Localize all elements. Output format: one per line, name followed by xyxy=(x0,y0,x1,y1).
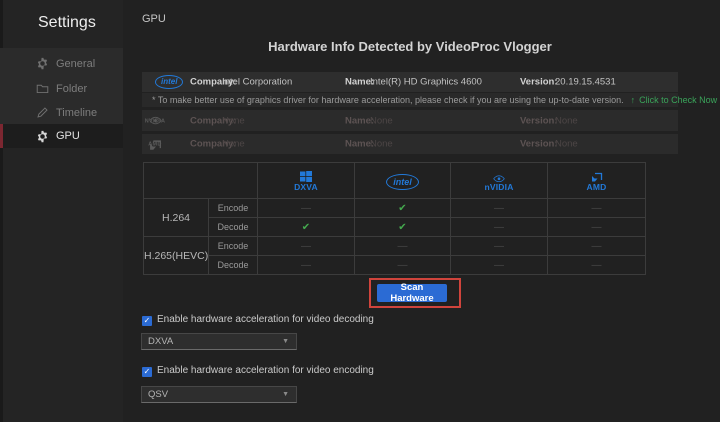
decoding-checkbox-label: Enable hardware acceleration for video d… xyxy=(157,314,374,325)
support-cell: — xyxy=(451,218,548,237)
column-label: DXVA xyxy=(294,182,318,192)
mode-cell: Encode xyxy=(209,237,258,256)
version-label: Version: xyxy=(520,139,558,150)
version-value: 20.19.15.4531 xyxy=(555,77,616,88)
support-cell: — xyxy=(451,256,548,275)
column-header-intel: intel xyxy=(355,163,451,199)
column-header-dxva: DXVA xyxy=(258,163,355,199)
check-now-link[interactable]: Click to Check Now xyxy=(639,95,717,105)
encoding-checkbox-label: Enable hardware acceleration for video e… xyxy=(157,365,374,376)
table-row: H.265(HEVC) Encode — — — — xyxy=(144,237,646,256)
table-corner-cell xyxy=(144,163,258,199)
chip-gear-icon xyxy=(36,130,49,143)
gpu-info-row-nvidia: NVIDIA Company: None Name: None Version:… xyxy=(142,110,678,131)
gpu-info-row-amd: AMD Company: None Name: None Version: No… xyxy=(142,134,678,154)
company-value: None xyxy=(222,115,245,126)
pen-icon xyxy=(36,106,49,119)
encoding-dropdown-value: QSV xyxy=(148,389,168,400)
amd-logo-label: AMD xyxy=(148,142,161,148)
sidebar: Settings General Folder Timeline xyxy=(0,0,123,422)
support-cell: — xyxy=(258,199,355,218)
sidebar-item-label: Timeline xyxy=(56,107,97,119)
name-value: Intel(R) HD Graphics 4600 xyxy=(370,77,482,88)
sidebar-item-general[interactable]: General xyxy=(0,51,123,76)
encoding-checkbox[interactable] xyxy=(142,367,152,377)
intel-logo: intel xyxy=(155,75,183,89)
support-cell: — xyxy=(451,237,548,256)
support-cell: — xyxy=(258,237,355,256)
column-header-nvidia: nVIDIA xyxy=(451,163,548,199)
nvidia-eye-icon xyxy=(493,169,505,180)
chevron-down-icon: ▼ xyxy=(282,391,289,398)
column-header-amd: AMD xyxy=(548,163,646,199)
encoding-dropdown[interactable]: QSV ▼ xyxy=(141,386,297,403)
sidebar-item-label: Folder xyxy=(56,83,87,95)
codec-support-table: DXVA intel nVIDIA AMD xyxy=(143,162,646,275)
support-cell: — xyxy=(258,256,355,275)
mode-cell: Decode xyxy=(209,256,258,275)
folder-icon xyxy=(36,82,49,95)
decoding-dropdown[interactable]: DXVA ▼ xyxy=(141,333,297,350)
table-row: H.264 Encode — ✔ — — xyxy=(144,199,646,218)
intel-oval-logo: intel xyxy=(386,174,419,190)
name-value: None xyxy=(370,139,393,150)
nvidia-logo-label: NVIDIA xyxy=(145,119,165,125)
version-value: None xyxy=(555,139,578,150)
sidebar-item-timeline[interactable]: Timeline xyxy=(0,100,123,125)
column-label: nVIDIA xyxy=(484,182,513,192)
company-value: Intel Corporation xyxy=(222,77,292,88)
mode-cell: Encode xyxy=(209,199,258,218)
driver-note-text: * To make better use of graphics driver … xyxy=(152,95,624,105)
mode-cell: Decode xyxy=(209,218,258,237)
settings-window: Settings General Folder Timeline xyxy=(0,0,720,422)
support-cell: ✔ xyxy=(355,218,451,237)
selected-indicator-bar xyxy=(0,124,3,148)
support-cell: — xyxy=(548,256,646,275)
support-cell: — xyxy=(548,237,646,256)
company-value: None xyxy=(222,139,245,150)
support-cell: ✔ xyxy=(258,218,355,237)
gpu-info-row-intel: intel Company: Intel Corporation Name: I… xyxy=(142,72,678,92)
codec-h264: H.264 xyxy=(144,199,209,237)
sidebar-item-label: General xyxy=(56,58,95,70)
table-row: Decode ✔ ✔ — — xyxy=(144,218,646,237)
sidebar-items-panel: General Folder Timeline xyxy=(0,48,123,124)
name-value: None xyxy=(370,115,393,126)
version-label: Version: xyxy=(520,77,558,88)
chevron-down-icon: ▼ xyxy=(282,338,289,345)
sidebar-item-folder[interactable]: Folder xyxy=(0,76,123,101)
version-label: Version: xyxy=(520,115,558,126)
page-heading: GPU xyxy=(142,13,166,25)
sidebar-item-gpu[interactable]: GPU xyxy=(0,124,123,148)
support-cell: — xyxy=(451,199,548,218)
decoding-dropdown-value: DXVA xyxy=(148,336,173,347)
page-title: Hardware Info Detected by VideoProc Vlog… xyxy=(142,39,678,54)
support-cell: ✔ xyxy=(355,199,451,218)
gear-icon xyxy=(36,57,49,70)
windows-icon xyxy=(300,169,312,180)
support-cell: — xyxy=(548,218,646,237)
support-cell: — xyxy=(548,199,646,218)
driver-note-row: * To make better use of graphics driver … xyxy=(142,93,678,107)
decoding-checkbox[interactable] xyxy=(142,316,152,326)
support-cell: — xyxy=(355,237,451,256)
codec-h265: H.265(HEVC) xyxy=(144,237,209,275)
version-value: None xyxy=(555,115,578,126)
sidebar-title: Settings xyxy=(38,14,96,32)
table-row: Decode — — — — xyxy=(144,256,646,275)
scan-hardware-button[interactable]: Scan Hardware xyxy=(377,284,447,302)
up-arrow-icon: ↑ xyxy=(631,95,636,105)
column-label: AMD xyxy=(587,182,607,192)
support-cell: — xyxy=(355,256,451,275)
amd-arrow-icon xyxy=(591,169,603,180)
sidebar-item-label: GPU xyxy=(56,130,80,142)
